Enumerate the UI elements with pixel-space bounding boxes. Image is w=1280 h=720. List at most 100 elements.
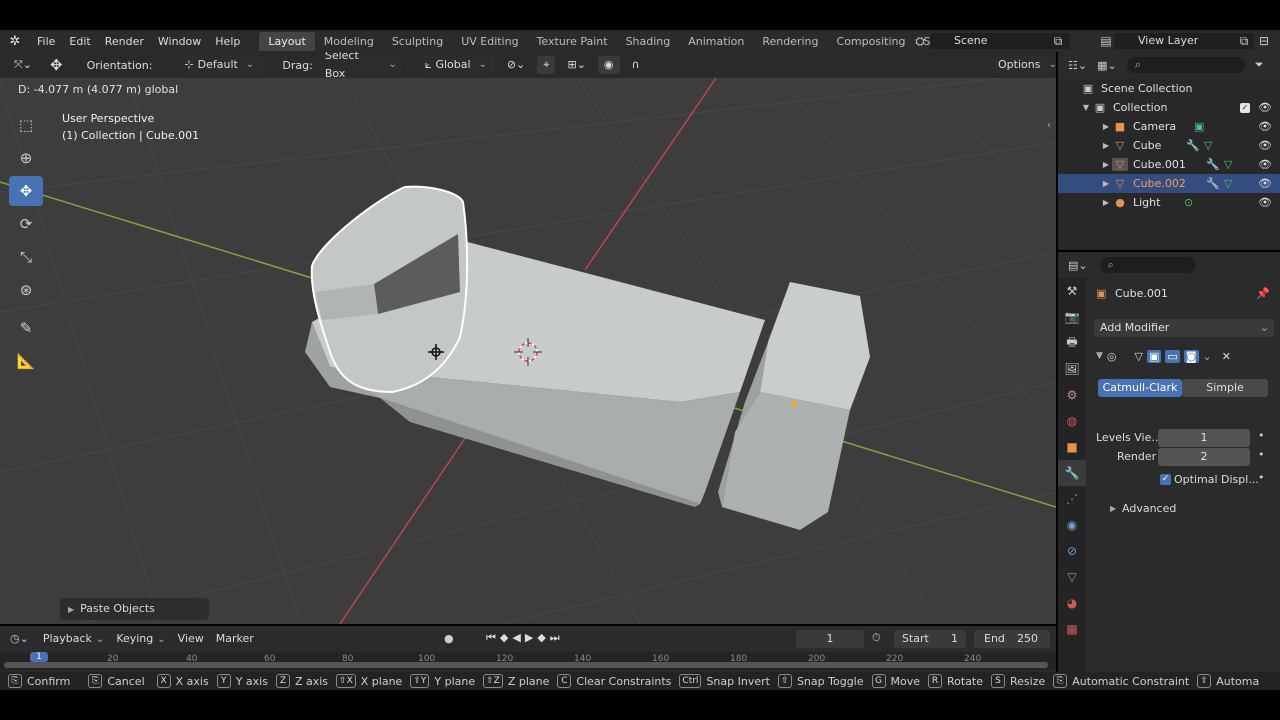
current-frame-field[interactable]: 1 bbox=[796, 630, 864, 648]
drag-dropdown[interactable]: Select Box bbox=[318, 52, 403, 80]
display-mode-icon[interactable]: ▦⌄ bbox=[1097, 59, 1117, 72]
tab-uv-editing[interactable]: UV Editing bbox=[452, 32, 527, 51]
outliner-row-camera[interactable]: ▶ ■ Camera ▣ 👁 bbox=[1058, 117, 1280, 136]
sidebar-toggle-icon[interactable]: ‹ bbox=[1047, 120, 1051, 131]
editor-type-icon[interactable]: ☷⌄ bbox=[1068, 59, 1087, 72]
tab-animation[interactable]: Animation bbox=[679, 32, 753, 51]
scene-browse-icon[interactable]: ⛭ bbox=[912, 33, 928, 49]
start-frame-field[interactable]: Start 1 bbox=[894, 630, 966, 648]
auto-keying-icon[interactable]: ● bbox=[444, 632, 454, 645]
keyframe-dot-icon[interactable]: • bbox=[1258, 429, 1265, 442]
transform-tool-icon[interactable]: ⊛ bbox=[9, 275, 43, 305]
tab-shading[interactable]: Shading bbox=[617, 32, 680, 51]
visibility-eye-icon[interactable]: 👁 bbox=[1258, 196, 1272, 209]
playback-menu[interactable]: Playback bbox=[43, 632, 104, 645]
play-icon[interactable]: ▶ bbox=[525, 631, 537, 644]
output-tab-icon[interactable]: 🖶 bbox=[1058, 330, 1086, 356]
tab-layout[interactable]: Layout bbox=[259, 31, 315, 51]
orientation-dropdown[interactable]: ⊹ Default bbox=[178, 56, 271, 74]
modifier-wrench-icon[interactable]: 🔧 bbox=[1206, 177, 1220, 190]
falloff-icon[interactable]: ∩ bbox=[626, 56, 646, 74]
select-box-tool-icon[interactable]: ⬚ bbox=[9, 110, 43, 140]
mesh-data-icon[interactable]: ▽ bbox=[1224, 158, 1232, 171]
outliner-row-cube-001[interactable]: ▶ ▽ Cube.001 🔧 ▽ 👁 bbox=[1058, 155, 1280, 174]
last-operator-panel[interactable]: ▶ Paste Objects bbox=[60, 598, 209, 620]
visibility-eye-icon[interactable]: 👁 bbox=[1258, 177, 1272, 190]
mesh-data-tab-icon[interactable]: ▽ bbox=[1058, 564, 1086, 590]
outliner-row-cube-002[interactable]: ▶ ▽ Cube.002 🔧 ▽ 👁 bbox=[1058, 174, 1280, 193]
edit-mode-toggle-icon[interactable]: ▣ bbox=[1147, 349, 1162, 363]
menu-file[interactable]: File bbox=[30, 35, 62, 48]
world-tab-icon[interactable]: ◍ bbox=[1058, 408, 1086, 434]
chevron-down-icon[interactable]: ⌄ bbox=[1203, 350, 1212, 363]
expand-arrow-icon[interactable]: ▶ bbox=[1100, 141, 1112, 150]
scale-tool-icon[interactable]: ⤡ bbox=[9, 242, 43, 272]
pivot-point-icon[interactable]: ⊘⌄ bbox=[501, 56, 531, 74]
outliner-row-light[interactable]: ▶ ● Light ⊙ 👁 bbox=[1058, 193, 1280, 212]
prev-keyframe-icon[interactable]: ◆ bbox=[500, 631, 512, 644]
object-tab-icon[interactable]: ■ bbox=[1058, 434, 1086, 460]
stopwatch-icon[interactable]: ⏱ bbox=[872, 631, 881, 645]
view-menu[interactable]: View bbox=[178, 632, 204, 645]
tool-tab-icon[interactable]: ⚒ bbox=[1058, 278, 1086, 304]
proportional-edit-icon[interactable]: ◉ bbox=[597, 56, 620, 74]
exclude-checkbox[interactable]: ✓ bbox=[1240, 102, 1250, 113]
visibility-eye-icon[interactable]: 👁 bbox=[1258, 120, 1272, 133]
menu-help[interactable]: Help bbox=[208, 35, 247, 48]
render-tab-icon[interactable]: 📷 bbox=[1058, 304, 1086, 330]
outliner-row-scene-collection[interactable]: ▣ Scene Collection bbox=[1058, 79, 1280, 98]
mode-selector-icon[interactable]: ⤧⌄ bbox=[8, 56, 38, 74]
view-layer-browse-icon[interactable]: ▤ bbox=[1098, 33, 1114, 49]
material-tab-icon[interactable]: ◕ bbox=[1058, 590, 1086, 616]
menu-edit[interactable]: Edit bbox=[62, 35, 97, 48]
expand-arrow-icon[interactable]: ▶ bbox=[1100, 179, 1112, 188]
outliner-search-input[interactable]: ⌕ bbox=[1126, 57, 1245, 73]
on-cage-icon[interactable]: ▽ bbox=[1135, 350, 1143, 363]
expand-arrow-icon[interactable]: ▶ bbox=[1110, 504, 1116, 513]
view-layer-field[interactable]: View Layer bbox=[1114, 33, 1254, 49]
editor-type-icon[interactable]: ◷⌄ bbox=[10, 632, 29, 645]
remove-view-layer-icon[interactable]: ⊟ bbox=[1256, 33, 1272, 49]
scene-name-field[interactable]: Scene bbox=[930, 33, 1070, 49]
levels-viewport-field[interactable]: 1 bbox=[1158, 429, 1250, 447]
tab-texture-paint[interactable]: Texture Paint bbox=[528, 32, 617, 51]
menu-render[interactable]: Render bbox=[98, 35, 151, 48]
mesh-data-icon[interactable]: ▽ bbox=[1204, 139, 1212, 152]
timeline-scrollbar[interactable] bbox=[4, 662, 1048, 668]
pin-icon[interactable]: 📌 bbox=[1256, 287, 1270, 300]
next-keyframe-icon[interactable]: ◆ bbox=[537, 631, 549, 644]
modifier-tab-icon[interactable]: 🔧 bbox=[1058, 460, 1086, 486]
rotate-tool-icon[interactable]: ⟳ bbox=[9, 209, 43, 239]
new-scene-icon[interactable]: ⧉ bbox=[1050, 33, 1066, 49]
physics-tab-icon[interactable]: ◉ bbox=[1058, 512, 1086, 538]
light-data-icon[interactable]: ⊙ bbox=[1184, 196, 1193, 209]
play-reverse-icon[interactable]: ◀ bbox=[512, 631, 524, 644]
camera-data-icon[interactable]: ▣ bbox=[1194, 120, 1204, 133]
scene-tab-icon[interactable]: ⚙ bbox=[1058, 382, 1086, 408]
editor-type-icon[interactable]: ▤⌄ bbox=[1068, 259, 1088, 272]
visibility-eye-icon[interactable]: 👁 bbox=[1258, 101, 1272, 114]
expand-arrow-icon[interactable]: ▶ bbox=[1100, 160, 1112, 169]
blender-logo-icon[interactable]: ✲ bbox=[0, 34, 30, 49]
tab-compositing[interactable]: Compositing bbox=[828, 32, 915, 51]
end-frame-field[interactable]: End 250 bbox=[974, 630, 1050, 648]
keying-menu[interactable]: Keying bbox=[116, 632, 165, 645]
marker-menu[interactable]: Marker bbox=[216, 632, 254, 645]
filter-icon[interactable]: ⏷ bbox=[1255, 58, 1264, 72]
tab-modeling[interactable]: Modeling bbox=[315, 32, 383, 51]
menu-window[interactable]: Window bbox=[151, 35, 208, 48]
transform-gizmo-icon[interactable]: ✥ bbox=[44, 56, 69, 74]
modifier-wrench-icon[interactable]: 🔧 bbox=[1186, 139, 1200, 152]
optimal-display-checkbox[interactable]: ✓ bbox=[1160, 474, 1171, 485]
modifier-wrench-icon[interactable]: 🔧 bbox=[1206, 158, 1220, 171]
playhead-indicator[interactable]: 1 bbox=[30, 652, 48, 662]
properties-search-input[interactable]: ⌕ bbox=[1099, 257, 1196, 273]
texture-tab-icon[interactable]: ▩ bbox=[1058, 616, 1086, 642]
particles-tab-icon[interactable]: ⋰ bbox=[1058, 486, 1086, 512]
add-modifier-dropdown[interactable]: Add Modifier ⌄ bbox=[1094, 319, 1274, 337]
constraints-tab-icon[interactable]: ⊘ bbox=[1058, 538, 1086, 564]
jump-end-icon[interactable]: ⏭ bbox=[550, 631, 564, 644]
keyframe-dot-icon[interactable]: • bbox=[1258, 448, 1265, 461]
mesh-data-icon[interactable]: ▽ bbox=[1224, 177, 1232, 190]
cursor-tool-icon[interactable]: ⊕ bbox=[9, 143, 43, 173]
